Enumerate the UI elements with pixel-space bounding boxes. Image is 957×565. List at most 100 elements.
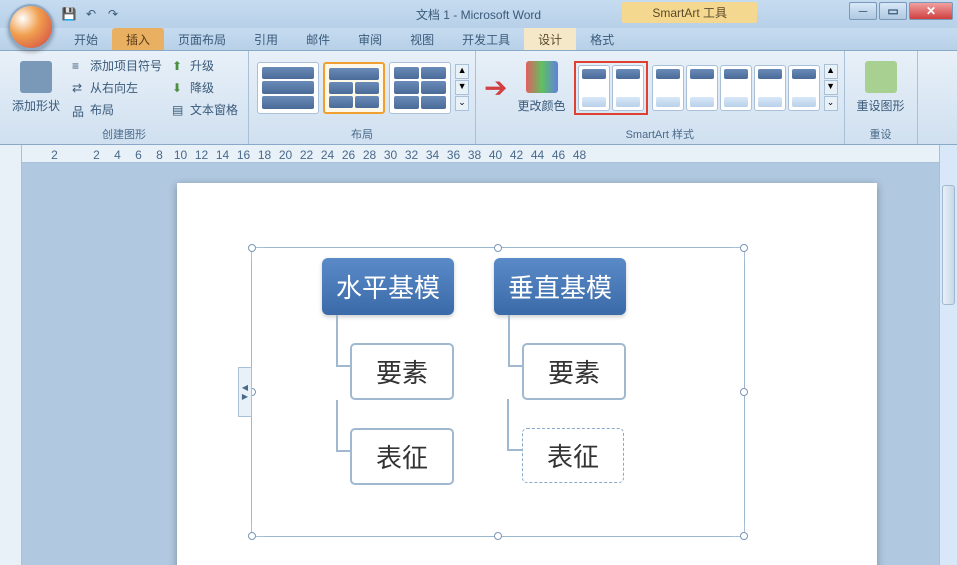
tab-developer[interactable]: 开发工具 (448, 28, 524, 50)
resize-handle[interactable] (494, 244, 502, 252)
style-highlighted-group (574, 61, 648, 115)
vertical-ruler[interactable] (0, 145, 22, 565)
ruler-mark: 48 (569, 145, 590, 162)
titlebar: 💾 ↶ ↷ 文档 1 - Microsoft Word SmartArt 工具 … (0, 0, 957, 28)
smartart-selection[interactable]: ◀▶ 水平基模 要素 表征 垂直基模 要素 表征 (251, 247, 745, 537)
office-button[interactable] (8, 4, 54, 50)
gallery-up-icon[interactable]: ▲ (455, 64, 469, 79)
resize-handle[interactable] (248, 244, 256, 252)
ruler-mark: 24 (317, 145, 338, 162)
add-bullet-button[interactable]: ≡添加项目符号 (68, 55, 166, 76)
ruler-mark: 40 (485, 145, 506, 162)
resize-handle[interactable] (740, 244, 748, 252)
ruler-mark: 18 (254, 145, 275, 162)
node-sub-2b[interactable]: 表征 (522, 428, 624, 483)
reset-icon (865, 61, 897, 93)
tab-design[interactable]: 设计 (524, 28, 576, 50)
ruler-mark: 34 (422, 145, 443, 162)
ruler-mark: 42 (506, 145, 527, 162)
ruler-mark: 28 (359, 145, 380, 162)
tab-home[interactable]: 开始 (60, 28, 112, 50)
tab-review[interactable]: 审阅 (344, 28, 396, 50)
tab-layout[interactable]: 页面布局 (164, 28, 240, 50)
close-button[interactable]: ✕ (909, 2, 953, 20)
ruler-mark: 2 (44, 145, 65, 162)
style-option-5[interactable] (720, 65, 752, 111)
node-main-1[interactable]: 水平基模 (322, 258, 454, 315)
promote-button[interactable]: ⬆升级 (168, 55, 242, 76)
style-more-icon[interactable]: ⌄ (824, 96, 838, 111)
scroll-thumb[interactable] (942, 185, 955, 305)
ruler-mark: 10 (170, 145, 191, 162)
diagram-col-2: 垂直基模 要素 表征 (494, 258, 626, 485)
textpane-button[interactable]: ▤文本窗格 (168, 99, 242, 120)
diagram-col-1: 水平基模 要素 表征 (322, 258, 454, 485)
layout-option-3[interactable] (389, 62, 451, 114)
quick-access-toolbar: 💾 ↶ ↷ (60, 5, 122, 23)
style-up-icon[interactable]: ▲ (824, 64, 838, 79)
ruler-mark: 4 (107, 145, 128, 162)
style-down-icon[interactable]: ▼ (824, 80, 838, 95)
window-title: 文档 1 - Microsoft Word (416, 6, 541, 23)
resize-handle[interactable] (740, 532, 748, 540)
ruler-mark: 46 (548, 145, 569, 162)
group-create-label: 创建图形 (4, 124, 244, 144)
layout-gallery (255, 60, 453, 116)
change-colors-icon (526, 61, 558, 93)
style-option-2[interactable] (612, 65, 644, 111)
tab-insert[interactable]: 插入 (112, 28, 164, 50)
style-gallery-nav: ▲ ▼ ⌄ (824, 64, 838, 111)
horizontal-ruler[interactable]: 2246810121416182022242628303234363840424… (22, 145, 957, 163)
gallery-more-icon[interactable]: ⌄ (455, 96, 469, 111)
style-option-6[interactable] (754, 65, 786, 111)
layout-button[interactable]: 品布局 (68, 99, 166, 120)
group-create: 添加形状 ≡添加项目符号 ⇄从右向左 品布局 ⬆升级 ⬇降级 ▤文本窗格 创建图… (0, 51, 249, 144)
vertical-scrollbar[interactable] (939, 145, 957, 565)
tab-mailings[interactable]: 邮件 (292, 28, 344, 50)
ribbon: 添加形状 ≡添加项目符号 ⇄从右向左 品布局 ⬆升级 ⬇降级 ▤文本窗格 创建图… (0, 51, 957, 145)
tab-view[interactable]: 视图 (396, 28, 448, 50)
redo-icon[interactable]: ↷ (104, 5, 122, 23)
ruler-mark: 12 (191, 145, 212, 162)
group-layouts-label: 布局 (253, 124, 471, 144)
style-option-7[interactable] (788, 65, 820, 111)
rtl-button[interactable]: ⇄从右向左 (68, 77, 166, 98)
reset-graphic-button[interactable]: 重设图形 (851, 57, 911, 118)
node-sub-1b[interactable]: 表征 (350, 428, 454, 485)
add-shape-icon (20, 61, 52, 93)
layout-option-2[interactable] (323, 62, 385, 114)
group-styles: ➔ 更改颜色 ▲ ▼ ⌄ SmartArt 样式 (476, 51, 844, 144)
context-tool-label: SmartArt 工具 (622, 2, 757, 23)
style-option-4[interactable] (686, 65, 718, 111)
add-shape-label: 添加形状 (12, 97, 60, 114)
layout-option-1[interactable] (257, 62, 319, 114)
save-icon[interactable]: 💾 (60, 5, 78, 23)
bullet-icon: ≡ (72, 59, 86, 73)
style-option-1[interactable] (578, 65, 610, 111)
node-sub-1a[interactable]: 要素 (350, 343, 454, 400)
maximize-button[interactable]: ▭ (879, 2, 907, 20)
undo-icon[interactable]: ↶ (82, 5, 100, 23)
rtl-icon: ⇄ (72, 81, 86, 95)
ruler-mark: 30 (380, 145, 401, 162)
tab-references[interactable]: 引用 (240, 28, 292, 50)
minimize-button[interactable]: ─ (849, 2, 877, 20)
add-shape-button[interactable]: 添加形状 (6, 57, 66, 118)
resize-handle[interactable] (248, 532, 256, 540)
document-canvas[interactable]: ◀▶ 水平基模 要素 表征 垂直基模 要素 表征 (22, 163, 957, 565)
style-option-3[interactable] (652, 65, 684, 111)
resize-handle[interactable] (740, 388, 748, 396)
demote-button[interactable]: ⬇降级 (168, 77, 242, 98)
promote-icon: ⬆ (172, 59, 186, 73)
layout-icon: 品 (72, 103, 86, 117)
group-styles-label: SmartArt 样式 (480, 124, 839, 144)
node-main-2[interactable]: 垂直基模 (494, 258, 626, 315)
resize-handle[interactable] (494, 532, 502, 540)
change-colors-button[interactable]: 更改颜色 (512, 57, 572, 118)
node-sub-2a[interactable]: 要素 (522, 343, 626, 400)
textpane-toggle[interactable]: ◀▶ (238, 367, 252, 417)
ruler-mark: 36 (443, 145, 464, 162)
tab-format[interactable]: 格式 (576, 28, 628, 50)
page: ◀▶ 水平基模 要素 表征 垂直基模 要素 表征 (177, 183, 877, 565)
gallery-down-icon[interactable]: ▼ (455, 80, 469, 95)
